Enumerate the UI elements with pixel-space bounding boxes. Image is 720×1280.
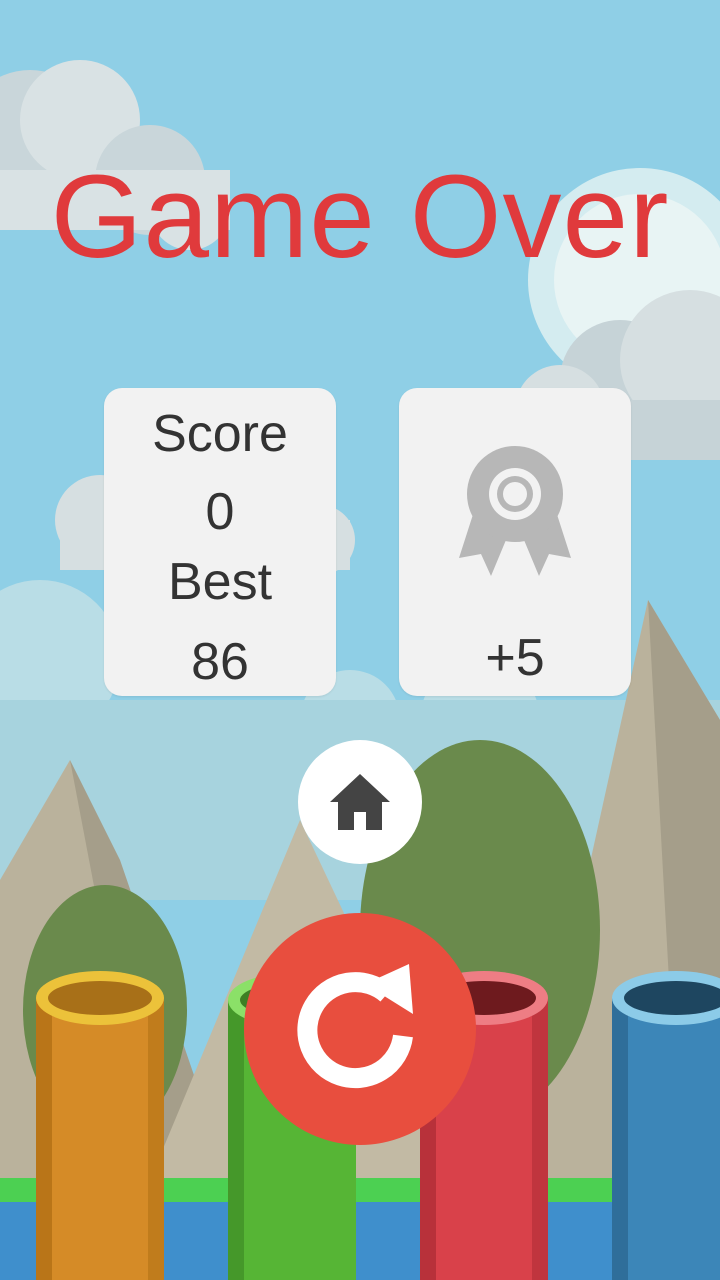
score-panel: Score 0 Best 86 — [104, 388, 336, 696]
pipe-blue — [612, 971, 720, 1280]
replay-button[interactable] — [244, 913, 476, 1145]
best-value: 86 — [191, 633, 249, 691]
ribbon-award-icon — [459, 446, 571, 576]
home-button[interactable] — [298, 740, 422, 864]
pipe-orange — [36, 971, 164, 1280]
home-icon — [330, 774, 390, 830]
score-label: Score — [152, 405, 288, 463]
reward-panel: +5 — [399, 388, 631, 696]
replay-icon — [297, 964, 413, 1089]
reward-bonus: +5 — [485, 629, 545, 687]
score-value: 0 — [205, 483, 235, 541]
game-over-screen: Game Over Score 0 Best 86 +5 — [0, 0, 720, 1280]
game-over-title: Game Over — [50, 151, 670, 283]
best-label: Best — [167, 553, 273, 611]
